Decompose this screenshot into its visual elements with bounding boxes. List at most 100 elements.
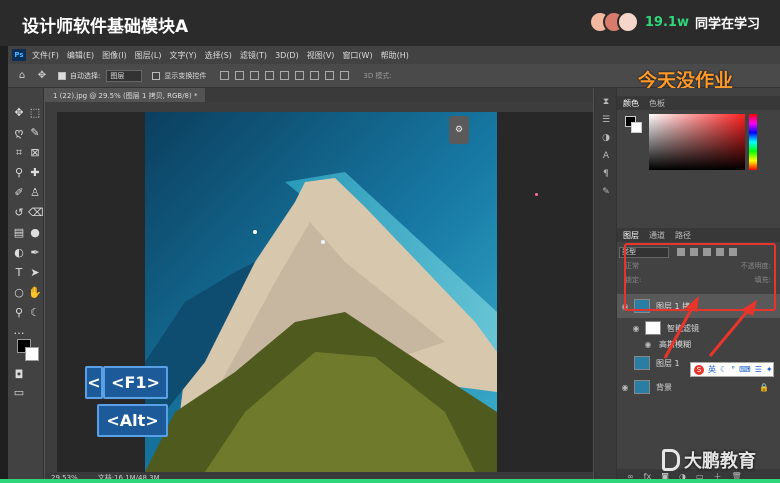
adjustments-panel-icon[interactable]: ◑ bbox=[600, 132, 612, 144]
skin-icon[interactable]: ☰ bbox=[755, 365, 762, 374]
menu-type[interactable]: 文字(Y) bbox=[169, 50, 196, 61]
eye-icon[interactable]: ◉ bbox=[620, 383, 630, 392]
lock-icon: 🔒 bbox=[759, 382, 769, 392]
settings-icon[interactable]: ✦ bbox=[766, 365, 773, 374]
banana-icon: ☾ bbox=[30, 306, 40, 319]
frame-tool-icon[interactable]: ⊠ bbox=[28, 146, 42, 160]
menu-help[interactable]: 帮助(H) bbox=[381, 50, 409, 61]
align-middle-icon[interactable] bbox=[280, 71, 290, 80]
distribute-icon[interactable] bbox=[340, 71, 350, 80]
lasso-tool-icon[interactable]: ღ bbox=[12, 126, 26, 140]
menu-window[interactable]: 窗口(W) bbox=[342, 50, 372, 61]
horizontal-ruler bbox=[57, 102, 593, 112]
tab-swatches[interactable]: 色板 bbox=[649, 98, 665, 109]
dodge-tool-icon[interactable]: ◐ bbox=[12, 246, 26, 260]
moon-icon[interactable]: ☾ bbox=[720, 365, 727, 374]
tab-layers[interactable]: 图层 bbox=[623, 230, 639, 241]
tab-color[interactable]: 颜色 bbox=[623, 98, 639, 109]
document-tabs: 1 (22).jpg @ 29.5% (图层 1 拷贝, RGB/8) * bbox=[45, 88, 593, 102]
tab-paths[interactable]: 路径 bbox=[675, 230, 691, 241]
type-tool-icon[interactable]: T bbox=[12, 266, 26, 280]
history-panel-icon[interactable]: ⧗ bbox=[600, 96, 612, 108]
auto-select-dropdown[interactable]: 图层 bbox=[106, 69, 143, 82]
viewer-label: 同学在学习 bbox=[694, 16, 760, 32]
home-icon[interactable]: ⌂ bbox=[16, 70, 28, 82]
punctuation-icon[interactable]: ° bbox=[731, 365, 735, 374]
path-select-tool-icon[interactable]: ➤ bbox=[28, 266, 42, 280]
document-image bbox=[145, 112, 497, 472]
history-brush-icon[interactable]: ↺ bbox=[12, 206, 26, 220]
align-center-icon[interactable] bbox=[235, 71, 245, 80]
layer-thumbnail bbox=[634, 380, 650, 394]
align-right-icon[interactable] bbox=[250, 71, 260, 80]
healing-tool-icon[interactable]: ✚ bbox=[28, 166, 42, 180]
panel-icon-strip: ⧗ ☰ ◑ A ¶ ✎ bbox=[595, 88, 617, 483]
photoshop-logo-icon: Ps bbox=[12, 49, 26, 61]
stamp-tool-icon[interactable]: ♙ bbox=[28, 186, 42, 200]
distribute-icon[interactable] bbox=[310, 71, 320, 80]
color-picker-field[interactable] bbox=[649, 114, 745, 170]
hue-slider[interactable] bbox=[749, 114, 757, 170]
key-hint-f1: <F1> bbox=[103, 366, 168, 399]
eye-icon[interactable]: ◉ bbox=[631, 324, 641, 333]
ime-toolbar[interactable]: S 英 ☾ ° ⌨ ☰ ✦ bbox=[690, 362, 774, 377]
viewer-count: 19.1w bbox=[644, 14, 689, 30]
viewer-avatars bbox=[588, 11, 639, 33]
course-title: 设计师软件基础模块A bbox=[22, 17, 189, 37]
gradient-tool-icon[interactable]: ▤ bbox=[12, 226, 26, 240]
annotation-arrows bbox=[663, 296, 757, 359]
crop-tool-icon[interactable]: ⌗ bbox=[12, 146, 26, 160]
align-buttons bbox=[220, 71, 350, 80]
vertical-ruler bbox=[45, 102, 57, 472]
menu-bar: Ps 文件(F) 编辑(E) 图像(I) 图层(L) 文字(Y) 选择(S) 滤… bbox=[8, 46, 780, 64]
menu-image[interactable]: 图像(I) bbox=[102, 50, 127, 61]
quick-select-tool-icon[interactable]: ✎ bbox=[28, 126, 42, 140]
menu-view[interactable]: 视图(V) bbox=[307, 50, 335, 61]
menu-3d[interactable]: 3D(D) bbox=[275, 51, 299, 60]
brush-panel-icon[interactable]: ✎ bbox=[600, 186, 612, 198]
shape-tool-icon[interactable]: ○ bbox=[12, 286, 26, 300]
viewer-info: 19.1w 同学在学习 bbox=[588, 11, 760, 33]
menu-filter[interactable]: 滤镜(T) bbox=[240, 50, 267, 61]
properties-panel-icon[interactable]: ☰ bbox=[600, 114, 612, 126]
background-color-swatch[interactable] bbox=[631, 122, 642, 133]
auto-select-checkbox[interactable] bbox=[58, 71, 66, 80]
hand-tool-icon[interactable]: ✋ bbox=[28, 286, 42, 300]
course-header: 设计师软件基础模块A 19.1w 同学在学习 bbox=[0, 0, 780, 46]
show-transform-checkbox[interactable] bbox=[152, 71, 161, 80]
marquee-tool-icon[interactable]: ⬚ bbox=[28, 106, 42, 120]
align-bottom-icon[interactable] bbox=[295, 71, 305, 80]
distribute-icon[interactable] bbox=[325, 71, 335, 80]
move-tool-icon[interactable]: ✥ bbox=[36, 70, 48, 82]
background-color-swatch[interactable] bbox=[25, 347, 39, 361]
move-tool-icon[interactable]: ✥ bbox=[12, 106, 26, 120]
ime-language[interactable]: 英 bbox=[708, 364, 716, 375]
paragraph-panel-icon[interactable]: ¶ bbox=[600, 168, 612, 180]
brush-tool-icon[interactable]: ✐ bbox=[12, 186, 26, 200]
character-panel-icon[interactable]: A bbox=[600, 150, 612, 162]
menu-select[interactable]: 选择(S) bbox=[205, 50, 232, 61]
more-tools-icon[interactable]: … bbox=[12, 324, 26, 338]
menu-edit[interactable]: 编辑(E) bbox=[67, 50, 94, 61]
eye-icon[interactable]: ◉ bbox=[643, 340, 653, 349]
quick-mask-icon[interactable]: ◘ bbox=[12, 368, 26, 382]
avatar bbox=[616, 11, 639, 33]
menu-layer[interactable]: 图层(L) bbox=[135, 50, 162, 61]
tab-channels[interactable]: 通道 bbox=[649, 230, 665, 241]
eraser-tool-icon[interactable]: ⌫ bbox=[28, 206, 44, 220]
auto-select-label: 自动选择: bbox=[70, 71, 101, 80]
layer-row[interactable]: ◉ 背景 🔒 bbox=[617, 378, 780, 396]
eyedropper-tool-icon[interactable]: ⚲ bbox=[12, 166, 26, 180]
keyboard-icon[interactable]: ⌨ bbox=[739, 365, 751, 374]
screen-mode-icon[interactable]: ▭ bbox=[12, 386, 26, 400]
menu-file[interactable]: 文件(F) bbox=[32, 50, 59, 61]
brand-watermark: 大鹏教育 bbox=[662, 447, 756, 473]
pen-tool-icon[interactable]: ✒ bbox=[28, 246, 42, 260]
tools-panel: ✥ ⬚ ღ ✎ ⌗ ⊠ ⚲ ✚ ✐ ♙ ↺ ⌫ ▤ ● ◐ ✒ T ➤ ○ ✋ … bbox=[8, 88, 44, 483]
floating-panel-icon[interactable]: ⚙ bbox=[449, 116, 469, 144]
align-top-icon[interactable] bbox=[265, 71, 275, 80]
blur-tool-icon[interactable]: ● bbox=[28, 226, 42, 240]
align-left-icon[interactable] bbox=[220, 71, 230, 80]
zoom-tool-icon[interactable]: ⚲ bbox=[12, 306, 26, 320]
document-tab[interactable]: 1 (22).jpg @ 29.5% (图层 1 拷贝, RGB/8) * bbox=[45, 88, 206, 102]
